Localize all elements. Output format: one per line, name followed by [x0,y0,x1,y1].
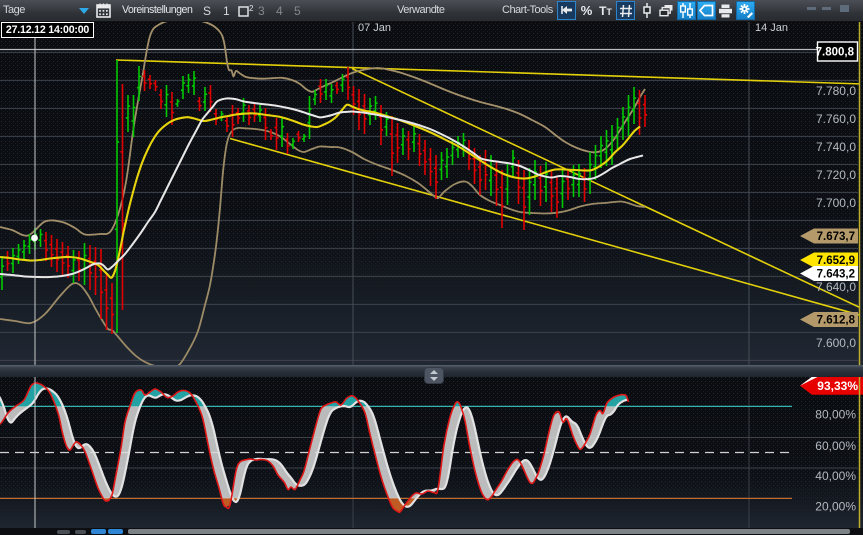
svg-text:7.673,7: 7.673,7 [817,231,855,243]
svg-text:93,33%: 93,33% [817,379,858,393]
svg-text:7.652,9: 7.652,9 [817,255,855,267]
svg-text:7.643,2: 7.643,2 [817,269,855,281]
svg-text:7.600,0: 7.600,0 [816,336,856,350]
svg-text:7.740,0: 7.740,0 [816,140,856,154]
svg-text:7.780,0: 7.780,0 [816,84,856,98]
svg-text:7.720,0: 7.720,0 [816,168,856,182]
svg-text:20,00%: 20,00% [815,500,856,514]
svg-text:7.700,0: 7.700,0 [816,196,856,210]
svg-text:7.800,8: 7.800,8 [816,47,855,59]
svg-text:7.760,0: 7.760,0 [816,112,856,126]
svg-text:2: 2 [249,4,254,13]
svg-text:7.612,8: 7.612,8 [817,315,856,327]
svg-text:80,00%: 80,00% [815,408,856,422]
svg-text:7.640,0: 7.640,0 [816,280,856,294]
svg-text:07 Jan: 07 Jan [358,22,391,34]
svg-text:14 Jan: 14 Jan [755,22,788,34]
svg-text:40,00%: 40,00% [815,469,856,483]
svg-text:60,00%: 60,00% [815,439,856,453]
